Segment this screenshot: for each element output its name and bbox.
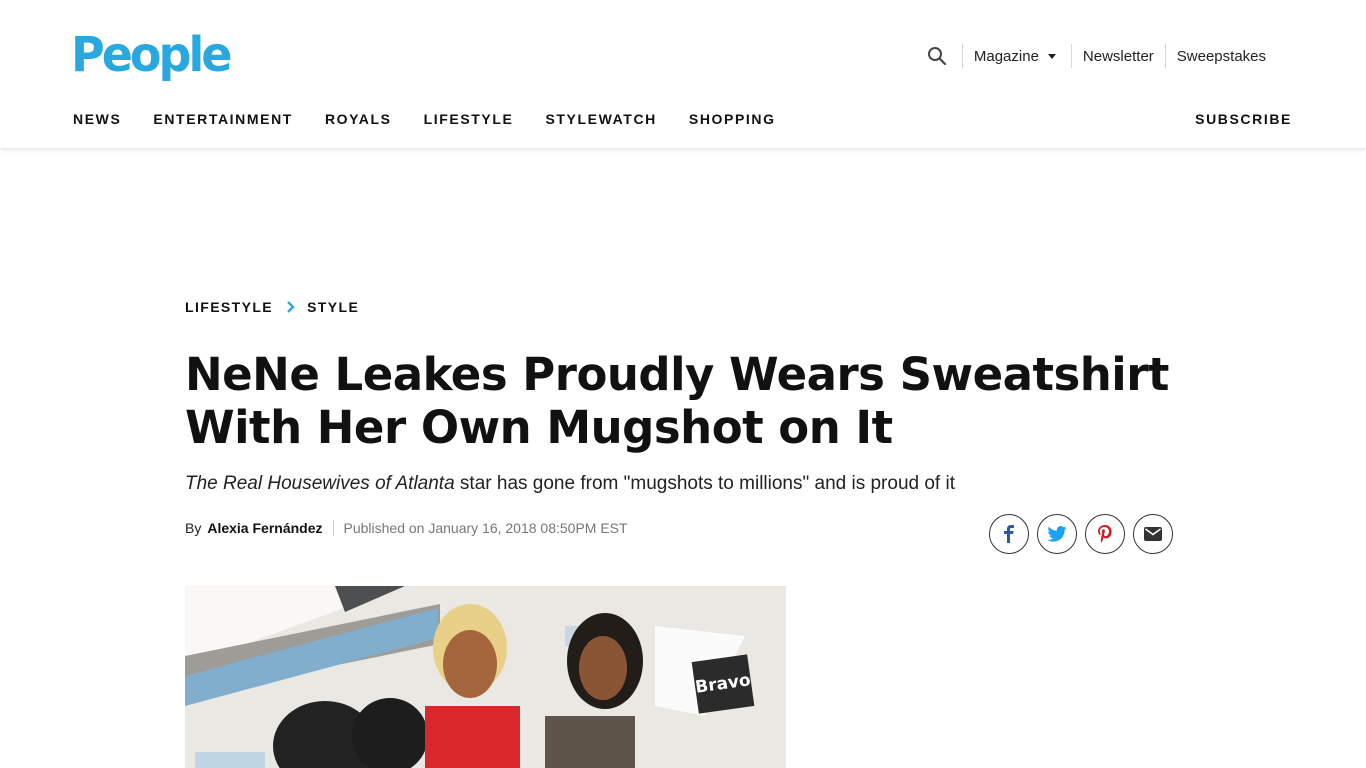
newsletter-link[interactable]: Newsletter [1072,48,1165,65]
breadcrumb-lifestyle[interactable]: LIFESTYLE [185,298,273,316]
nav-item-lifestyle[interactable]: LIFESTYLE [424,110,514,128]
breadcrumb: LIFESTYLE STYLE [185,298,359,316]
site-header: People Magazine Newsletter Sweepstakes N… [0,0,1366,148]
main-nav: NEWS ENTERTAINMENT ROYALS LIFESTYLE STYL… [73,110,808,128]
article-headline: NeNe Leakes Proudly Wears Sweatshirt Wit… [185,348,1169,454]
magazine-dropdown[interactable]: Magazine [963,48,1071,65]
share-buttons [989,514,1181,554]
nav-item-shopping[interactable]: SHOPPING [689,110,776,128]
byline: By Alexia Fernández Published on January… [185,518,628,538]
nav-item-news[interactable]: NEWS [73,110,121,128]
subscribe-link[interactable]: SUBSCRIBE [1195,110,1292,128]
caret-down-icon [1047,53,1056,59]
nav-item-stylewatch[interactable]: STYLEWATCH [545,110,656,128]
sweepstakes-link[interactable]: Sweepstakes [1166,48,1277,65]
article-hero-image[interactable]: Bravo [185,586,786,768]
article-dek: The Real Housewives of Atlanta star has … [185,472,955,496]
chevron-right-icon [286,300,296,314]
utility-nav: Magazine Newsletter Sweepstakes [926,42,1277,70]
byline-prefix: By [185,520,202,536]
bravo-sign: Bravo [691,654,755,714]
publish-date: Published on January 16, 2018 08:50PM ES… [343,520,628,536]
magazine-label: Magazine [973,47,1039,65]
pinterest-icon[interactable] [1085,514,1125,554]
dek-text: star has gone from "mugshots to millions… [454,473,955,494]
facebook-icon[interactable] [989,514,1029,554]
breadcrumb-style[interactable]: STYLE [307,298,359,316]
author-link[interactable]: Alexia Fernández [207,518,322,538]
email-icon[interactable] [1133,514,1173,554]
nav-item-entertainment[interactable]: ENTERTAINMENT [153,110,293,128]
nav-item-royals[interactable]: ROYALS [325,110,392,128]
twitter-icon[interactable] [1037,514,1077,554]
dek-show-title: The Real Housewives of Atlanta [185,473,455,494]
search-icon[interactable] [926,45,948,67]
divider [332,520,334,536]
people-logo[interactable]: People [71,26,232,83]
